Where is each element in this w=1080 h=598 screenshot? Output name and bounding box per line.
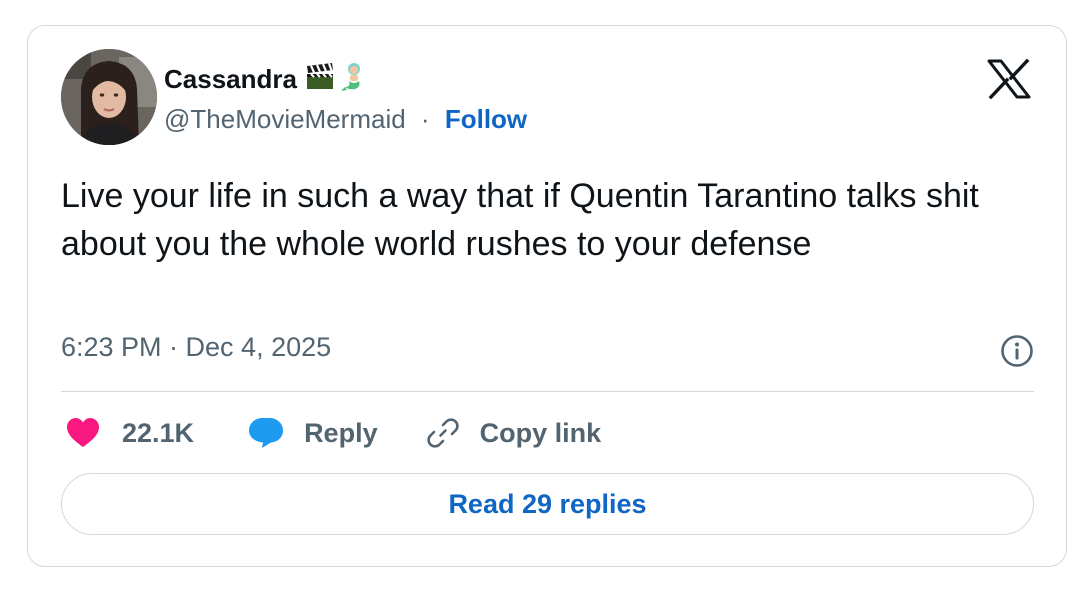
author-display-name[interactable]: Cassandra (164, 64, 297, 95)
speech-bubble-icon (249, 418, 284, 448)
like-button[interactable]: 22.1K (66, 417, 194, 449)
clapper-board-emoji (305, 62, 335, 97)
merperson-emoji (339, 61, 369, 98)
link-icon (426, 418, 459, 448)
copy-link-button[interactable]: Copy link (426, 416, 602, 450)
reply-button[interactable]: Reply (248, 417, 378, 449)
tweet-timestamp[interactable]: 6:23 PM · Dec 4, 2025 (61, 332, 331, 363)
info-icon[interactable] (1000, 334, 1034, 368)
read-replies-button[interactable]: Read 29 replies (61, 473, 1034, 535)
avatar-photo (61, 49, 157, 145)
reply-label: Reply (304, 417, 378, 448)
copy-link-label: Copy link (479, 417, 602, 448)
author-handle-row: @TheMovieMermaid · Follow (164, 104, 527, 135)
author-handle[interactable]: @TheMovieMermaid (164, 104, 406, 134)
author-name-row: Cassandra (164, 60, 369, 98)
like-count: 22.1K (122, 417, 195, 448)
handle-separator: · (420, 104, 430, 134)
follow-button[interactable]: Follow (445, 104, 527, 134)
tweet-actions: 22.1K Reply Copy link (66, 411, 601, 455)
x-logo-icon[interactable] (987, 59, 1031, 99)
tweet-text: Live your life in such a way that if Que… (61, 177, 979, 263)
heart-icon (67, 418, 99, 447)
divider (61, 391, 1034, 392)
embedded-tweet-card: Cassandra @TheMovieMermaid · Follow Live… (27, 25, 1067, 567)
avatar[interactable] (61, 49, 157, 145)
